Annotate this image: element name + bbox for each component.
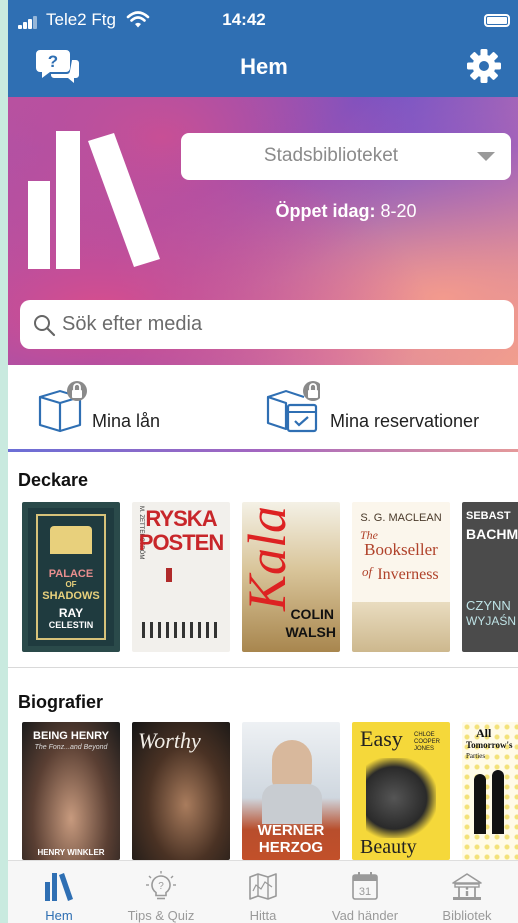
top-bar: Tele2 Ftg 14:42 ? Hem: [8, 0, 518, 97]
shelf-deckare: PALACE OF SHADOWS RAY CELESTIN M. ZETTER…: [18, 502, 518, 652]
search-bar[interactable]: Sök efter media: [20, 300, 514, 349]
book-cover[interactable]: S. G. MACLEAN The Bookseller of Invernes…: [352, 502, 450, 652]
status-time: 14:42: [222, 10, 266, 29]
map-icon: [249, 873, 277, 900]
tab-bar: Hem ? Tips & Quiz Hitta 31 Vad händer Bi…: [8, 860, 518, 923]
lightbulb-question-icon: ?: [146, 871, 176, 900]
locked-book-icon: [38, 381, 87, 433]
search-input[interactable]: Sök efter media: [62, 313, 202, 336]
library-books-icon: [45, 873, 73, 901]
section-separator: [8, 667, 518, 668]
app-screen: Tele2 Ftg 14:42 ? Hem Stadsbiblioteket Ö…: [8, 0, 518, 923]
book-cover[interactable]: M. ZETTERSTRÖM RYSKA POSTEN: [132, 502, 230, 652]
svg-text:?: ?: [158, 881, 164, 892]
tab-hitta[interactable]: Hitta: [212, 861, 314, 923]
battery-icon: [484, 14, 510, 27]
book-cover[interactable]: Worthy: [132, 722, 230, 860]
my-loans-button[interactable]: Mina lån: [36, 379, 196, 435]
section-title-deckare: Deckare: [18, 470, 89, 490]
opening-hours: Öppet idag: 8-20: [181, 201, 511, 222]
my-loans-label: Mina lån: [92, 411, 161, 431]
calendar-icon: 31: [352, 872, 378, 900]
gear-icon[interactable]: [466, 48, 502, 84]
library-select[interactable]: Stadsbiblioteket: [181, 133, 511, 180]
book-cover[interactable]: WERNER HERZOG: [242, 722, 340, 860]
section-title-biografier: Biografier: [18, 692, 104, 712]
locked-calendar-book-icon: [266, 381, 320, 433]
book-cover[interactable]: All Tomorrow's Parties: [462, 722, 518, 860]
my-reservations-button[interactable]: Mina reservationer: [266, 379, 506, 435]
page-title: Hem: [240, 54, 288, 79]
book-cover[interactable]: PALACE OF SHADOWS RAY CELESTIN: [22, 502, 120, 652]
search-icon: [34, 315, 56, 337]
hero-banner: Stadsbiblioteket Öppet idag: 8-20 Sök ef…: [8, 97, 518, 365]
library-building-icon: [452, 873, 482, 900]
shelf-biografier: BEING HENRY The Fonz...and Beyond HENRY …: [18, 722, 518, 860]
chevron-down-icon: [477, 152, 495, 161]
tab-vad-hander[interactable]: 31 Vad händer: [314, 861, 416, 923]
book-cover[interactable]: Kala COLIN WALSH: [242, 502, 340, 652]
account-shortcuts: Mina lån Mina reservationer: [8, 365, 518, 451]
tab-bibliotek[interactable]: Bibliotek: [416, 861, 518, 923]
status-bar: Tele2 Ftg 14:42: [8, 10, 518, 34]
book-cover[interactable]: SEBAST BACHM CZYNN WYJAŚN: [462, 502, 518, 652]
tab-tips-quiz[interactable]: ? Tips & Quiz: [110, 861, 212, 923]
book-cover[interactable]: Easy CHLOE COOPER JONES Beauty: [352, 722, 450, 860]
opening-hours-value: 8-20: [380, 201, 417, 221]
book-cover[interactable]: BEING HENRY The Fonz...and Beyond HENRY …: [22, 722, 120, 860]
section-divider: [8, 449, 518, 452]
library-select-value: Stadsbiblioteket: [263, 145, 399, 166]
tab-hem[interactable]: Hem: [8, 861, 110, 923]
svg-text:31: 31: [359, 886, 371, 898]
my-reservations-label: Mina reservationer: [330, 411, 480, 431]
opening-hours-label: Öppet idag:: [275, 201, 376, 221]
library-logo-icon: [28, 131, 160, 269]
